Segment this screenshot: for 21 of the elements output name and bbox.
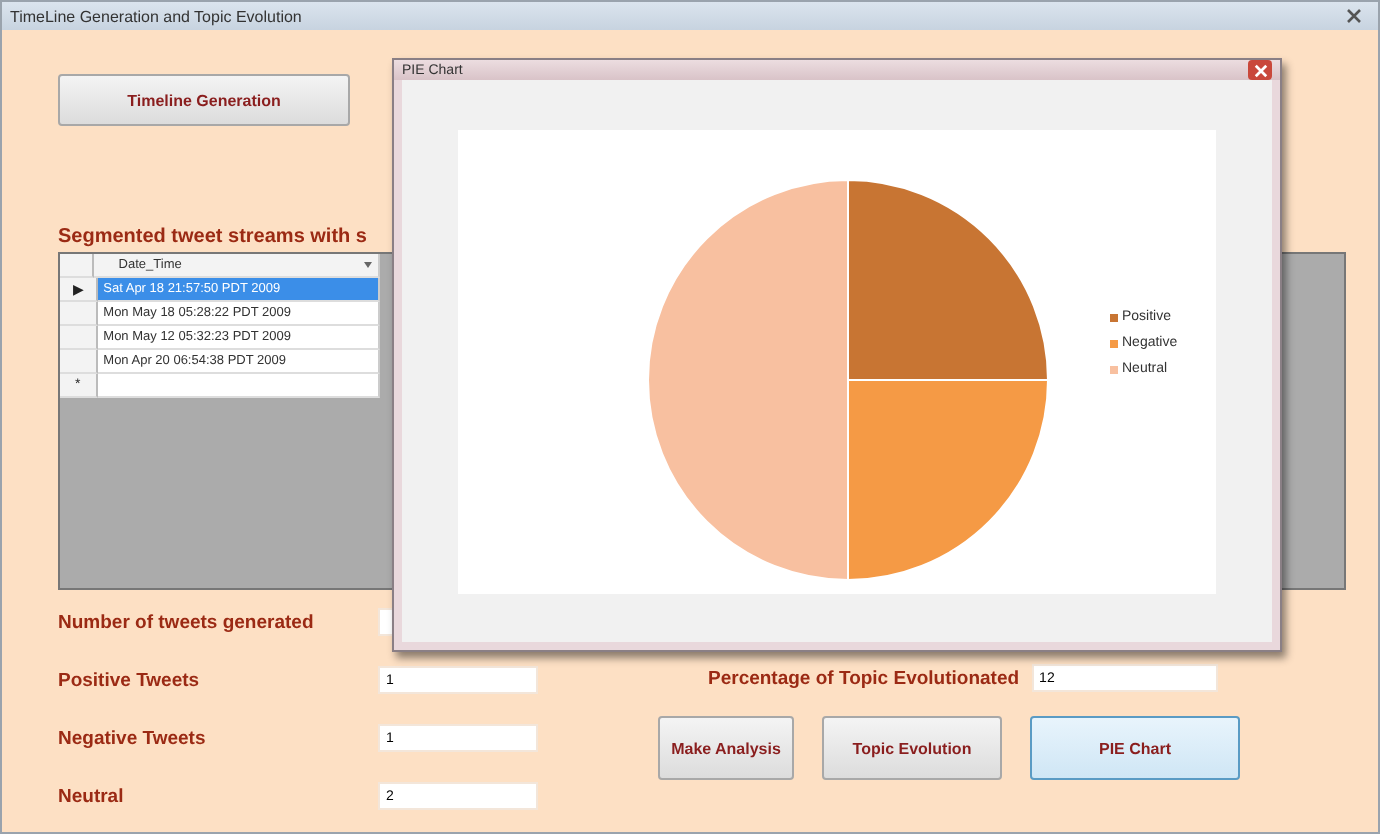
legend-swatch: [1110, 365, 1118, 373]
table-cell[interactable]: [97, 374, 380, 398]
action-button[interactable]: PIE Chart: [1030, 716, 1240, 780]
stat-label: Neutral: [58, 785, 126, 807]
legend-swatch: [1110, 313, 1118, 321]
close-button[interactable]: [1248, 60, 1272, 80]
timeline-generation-button[interactable]: Timeline Generation: [58, 74, 350, 126]
stat-label: Number of tweets generated: [58, 611, 316, 633]
stat-label: Negative Tweets: [58, 727, 208, 749]
row-selector[interactable]: [60, 326, 98, 350]
grid-title: Segmented tweet streams with s: [58, 226, 369, 248]
row-selector[interactable]: [60, 350, 98, 374]
action-button[interactable]: Topic Evolution: [822, 716, 1002, 780]
window-title: TimeLine Generation and Topic Evolution: [10, 7, 302, 25]
legend-swatch: [1110, 339, 1118, 347]
stat-label: Positive Tweets: [58, 669, 202, 691]
sort-caret-icon: [364, 262, 372, 268]
percentage-label: Percentage of Topic Evolutionated: [708, 667, 1020, 689]
close-icon[interactable]: [1346, 8, 1362, 24]
action-button[interactable]: Make Analysis: [658, 716, 794, 780]
row-selector[interactable]: [60, 302, 98, 326]
